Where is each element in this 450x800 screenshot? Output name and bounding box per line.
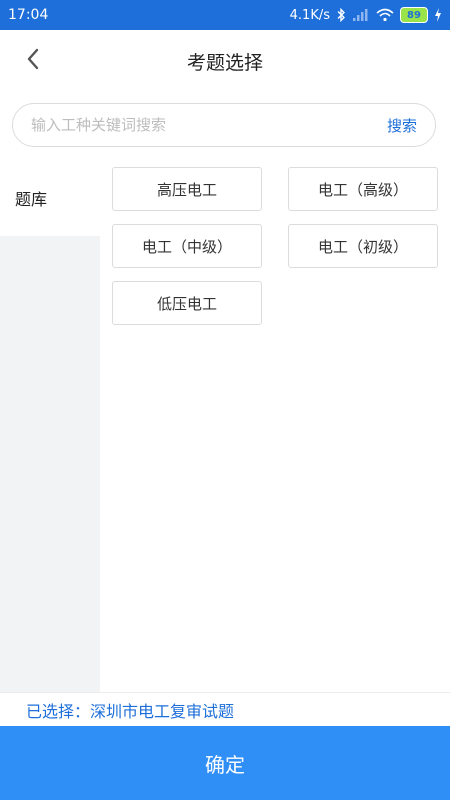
- option-high-voltage-electrician[interactable]: 高压电工: [112, 167, 262, 211]
- search-box: 搜索: [12, 103, 436, 147]
- option-grid: 高压电工 电工（高级） 电工（中级） 电工（初级） 低压电工: [112, 167, 438, 325]
- page-title: 考题选择: [186, 51, 263, 74]
- network-speed: 4.1K/s: [289, 7, 330, 23]
- option-low-voltage-electrician[interactable]: 低压电工: [112, 281, 262, 325]
- search-input[interactable]: [13, 104, 387, 146]
- option-electrician-intermediate[interactable]: 电工（中级）: [112, 224, 262, 268]
- selected-summary: 已选择：深圳市电工复审试题: [0, 692, 450, 726]
- sidebar: 题库: [0, 160, 100, 692]
- selected-text: 已选择：深圳市电工复审试题: [26, 701, 235, 721]
- status-bar: 17:04 4.1K/s 89: [0, 0, 450, 30]
- confirm-button[interactable]: 确定: [0, 726, 450, 800]
- back-button[interactable]: [18, 44, 48, 78]
- chevron-left-icon: [26, 48, 40, 74]
- sidebar-item-question-bank[interactable]: 题库: [0, 160, 100, 236]
- option-electrician-junior[interactable]: 电工（初级）: [288, 224, 438, 268]
- battery-level: 89: [407, 9, 421, 21]
- option-electrician-senior[interactable]: 电工（高级）: [288, 167, 438, 211]
- search-button[interactable]: 搜索: [387, 115, 417, 136]
- bluetooth-icon: [336, 8, 346, 22]
- charging-icon: [434, 8, 442, 22]
- wifi-icon: [376, 8, 394, 22]
- status-indicators: 4.1K/s 89: [290, 7, 442, 23]
- confirm-label: 确定: [205, 752, 245, 777]
- signal-icon: [352, 8, 370, 22]
- battery-icon: 89: [400, 7, 428, 23]
- status-time: 17:04: [8, 7, 49, 23]
- header: 考题选择: [0, 30, 450, 92]
- sidebar-item-label: 题库: [15, 190, 48, 209]
